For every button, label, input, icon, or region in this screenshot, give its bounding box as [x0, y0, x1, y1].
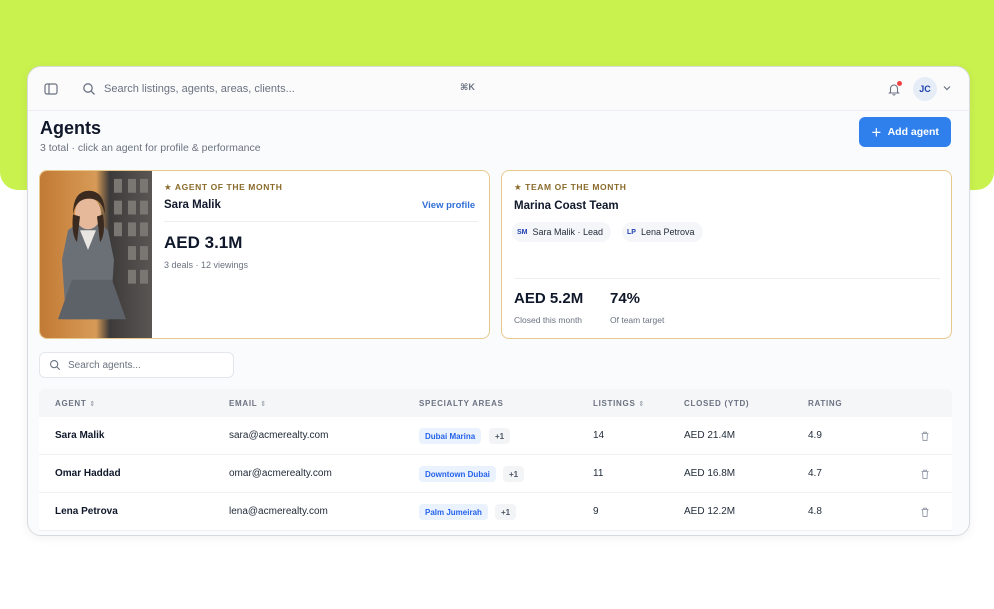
user-avatar[interactable]: JC: [913, 77, 937, 101]
page-subtitle: 3 total · click an agent for profile & p…: [40, 142, 261, 154]
member-label: Lena Petrova: [640, 227, 695, 237]
table-row[interactable]: Omar Haddad omar@acmerealty.com Downtown…: [39, 455, 952, 493]
search-icon: [83, 83, 95, 95]
trash-icon[interactable]: [919, 468, 931, 480]
chevron-down-icon[interactable]: [942, 83, 952, 93]
closed-ytd: AED 16.8M: [684, 468, 736, 479]
rating: 4.8: [808, 506, 822, 517]
top-bar: Search listings, agents, areas, clients.…: [28, 67, 969, 111]
closed-ytd: AED 12.2M: [684, 506, 736, 517]
column-header-specialty: SPECIALTY AREAS: [419, 399, 504, 408]
trash-icon[interactable]: [919, 430, 931, 442]
team-of-month-card[interactable]: ★ TEAM OF THE MONTH Marina Coast Team SM…: [501, 170, 952, 339]
app-window: Search listings, agents, areas, clients.…: [27, 66, 970, 536]
agent-search-input[interactable]: Search agents...: [39, 352, 234, 378]
more-areas-chip: +1: [503, 466, 525, 482]
view-profile-link[interactable]: View profile: [422, 200, 475, 211]
agent-of-month-eyebrow: ★ AGENT OF THE MONTH: [164, 182, 283, 192]
agent-email: lena@acmerealty.com: [229, 506, 328, 517]
member-initials: SM: [517, 228, 528, 236]
agent-search-placeholder: Search agents...: [68, 359, 141, 371]
listings-count: 14: [593, 430, 605, 441]
header-label: LISTINGS: [593, 399, 636, 408]
header-label: AGENT: [55, 399, 87, 408]
rating: 4.9: [808, 430, 822, 441]
more-areas-chip: +1: [495, 504, 517, 520]
header-label: CLOSED (YTD): [684, 399, 750, 408]
agent-of-month-amount: AED 3.1M: [164, 233, 243, 252]
header-label: EMAIL: [229, 399, 258, 408]
closed-ytd: AED 21.4M: [684, 430, 736, 441]
listings-count: 9: [593, 506, 599, 517]
plus-icon: ＋: [871, 126, 882, 139]
specialty-area-chip: Downtown Dubai: [419, 466, 496, 482]
header-label: SPECIALTY AREAS: [419, 399, 504, 408]
agent-of-month-card[interactable]: ★ AGENT OF THE MONTH Sara Malik View pro…: [39, 170, 490, 339]
specialty-area-chip: Palm Jumeirah: [419, 504, 488, 520]
team-target-value: 74%: [610, 290, 641, 307]
team-closed-label: Closed this month: [514, 315, 583, 325]
column-header-rating: RATING: [808, 399, 842, 408]
specialty-area-chip: Dubai Marina: [419, 428, 482, 444]
column-header-email[interactable]: EMAIL ⇕: [229, 399, 267, 408]
member-label: Sara Malik · Lead: [532, 227, 604, 237]
agent-name: Omar Haddad: [55, 468, 121, 479]
team-member-chip[interactable]: SM Sara Malik · Lead: [512, 222, 612, 242]
more-areas-chip: +1: [489, 428, 511, 444]
column-header-listings[interactable]: LISTINGS ⇕: [593, 399, 645, 408]
team-of-month-eyebrow: ★ TEAM OF THE MONTH: [514, 182, 627, 192]
agents-table: AGENT ⇕ EMAIL ⇕ SPECIALTY AREAS LISTINGS ⇕ …: [39, 389, 952, 531]
listings-count: 11: [593, 468, 604, 479]
notifications-bell-icon[interactable]: [882, 77, 906, 101]
table-header: AGENT ⇕ EMAIL ⇕ SPECIALTY AREAS LISTINGS ⇕ …: [39, 389, 952, 417]
page-title: Agents: [40, 118, 102, 138]
rating: 4.7: [808, 468, 822, 479]
sort-icon: ⇕: [89, 400, 97, 408]
table-row[interactable]: Lena Petrova lena@acmerealty.com Palm Ju…: [39, 493, 952, 531]
team-closed-value: AED 5.2M: [514, 290, 584, 307]
trash-icon[interactable]: [919, 506, 931, 518]
search-icon: [49, 359, 61, 371]
header-label: RATING: [808, 399, 843, 408]
divider: [514, 278, 940, 279]
shortcut-hint: ⌘K: [460, 82, 475, 92]
add-agent-label: Add agent: [887, 126, 939, 138]
add-agent-button[interactable]: ＋ Add agent: [859, 117, 951, 147]
divider: [164, 221, 478, 222]
sort-icon: ⇕: [638, 400, 646, 408]
agent-email: omar@acmerealty.com: [229, 468, 332, 479]
agent-name: Sara Malik: [55, 430, 105, 441]
agent-name: Lena Petrova: [55, 506, 118, 517]
agent-photo: [40, 171, 152, 338]
member-initials: LP: [627, 228, 636, 236]
table-row[interactable]: Sara Malik sara@acmerealty.com Dubai Mar…: [39, 417, 952, 455]
sort-icon: ⇕: [260, 400, 267, 408]
sidebar-toggle-icon[interactable]: [42, 80, 60, 98]
team-member-chip[interactable]: LP Lena Petrova: [622, 222, 703, 242]
team-target-label: Of team target: [610, 315, 665, 325]
agent-email: sara@acmerealty.com: [229, 430, 329, 441]
team-of-month-name: Marina Coast Team: [514, 200, 619, 212]
agent-of-month-meta: 3 deals · 12 viewings: [164, 260, 249, 270]
column-header-closed: CLOSED (YTD): [684, 399, 749, 408]
column-header-agent[interactable]: AGENT ⇕: [55, 399, 96, 408]
global-search-input[interactable]: Search listings, agents, areas, clients.…: [82, 77, 482, 101]
notification-dot: [897, 81, 902, 86]
agent-of-month-name: Sara Malik: [164, 199, 221, 211]
search-placeholder: Search listings, agents, areas, clients.…: [104, 83, 295, 95]
